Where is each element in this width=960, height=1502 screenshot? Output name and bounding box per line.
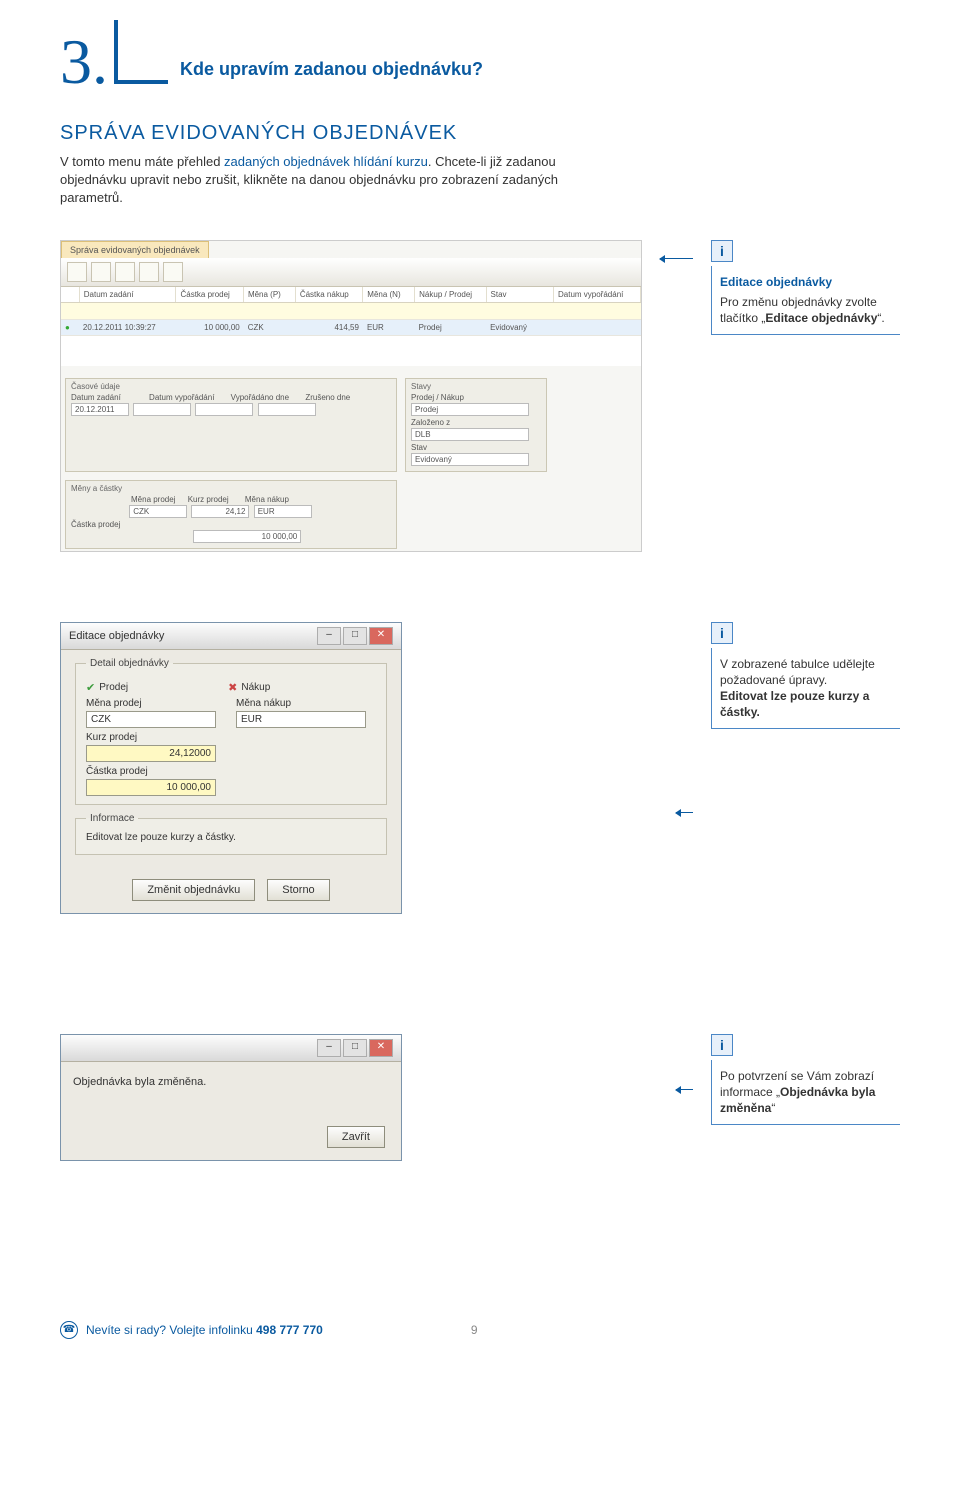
arrow-line [676,812,693,813]
arrow-line [660,258,693,259]
dialog-title: – □ ✕ [61,1035,401,1062]
minimize-icon[interactable]: – [317,627,341,645]
intro-text: V tomto menu máte přehled zadaných objed… [60,153,620,208]
close-icon[interactable]: ✕ [369,1039,393,1057]
grid-header: Datum zadání Částka prodej Měna (P) Část… [61,287,641,303]
date-input[interactable] [133,403,191,416]
info-fieldset: Informace Editovat lze pouze kurzy a čás… [75,813,387,855]
cross-icon: ✖ [228,681,237,694]
check-icon: ✔ [86,681,95,694]
info-text: Editovat lze pouze kurzy a částky. [86,832,376,846]
dialog-title: Editace objednávky – □ ✕ [61,623,401,650]
info-icon: i [711,1034,733,1056]
screenshot-edit-dialog: Editace objednávky – □ ✕ Detail objednáv… [60,622,402,914]
radio-prodej[interactable]: ✔Prodej [86,681,128,694]
info-icon: i [711,240,733,262]
step-title: Kde upravím zadanou objednávku? [180,59,483,80]
minimize-icon[interactable]: – [317,1039,341,1057]
toolbar-icon[interactable] [91,262,111,282]
toolbar-icon[interactable] [115,262,135,282]
toolbar [61,258,641,287]
amount-input[interactable]: 10 000,00 [86,779,216,796]
currency-sell-input[interactable]: CZK [86,711,216,728]
detail-fieldset: Detail objednávky ✔Prodej ✖Nákup Měna pr… [75,658,387,805]
currency-buy-input[interactable]: EUR [236,711,366,728]
toolbar-icon[interactable] [67,262,87,282]
decoration-bracket [114,20,168,84]
info-box: V zobrazené tabulce udělejte požadované … [711,648,900,730]
date-input[interactable] [258,403,316,416]
phone-icon: ☎ [60,1321,78,1339]
window-tab: Správa evidovaných objednávek [61,241,209,258]
date-input[interactable] [195,403,253,416]
screenshot-management: Správa evidovaných objednávek Datum zadá… [60,240,642,552]
info-box: Editace objednávky Pro změnu objednávky … [711,266,900,336]
toolbar-icon[interactable] [163,262,183,282]
subheading: SPRÁVA EVIDOVANÝCH OBJEDNÁVEK [60,122,900,145]
arrow-line [676,1089,693,1090]
radio-nakup[interactable]: ✖Nákup [228,681,270,694]
table-row[interactable]: ● 20.12.2011 10:39:27 10 000,00 CZK 414,… [61,320,641,336]
info-icon: i [711,622,733,644]
maximize-icon[interactable]: □ [343,1039,367,1057]
toolbar-icon[interactable] [139,262,159,282]
rate-input[interactable]: 24,12000 [86,745,216,762]
confirm-message: Objednávka byla změněna. [61,1062,401,1118]
page-number: 9 [471,1323,478,1337]
filter-row[interactable] [61,303,641,320]
date-input[interactable]: 20.12.2011 [71,403,129,416]
screenshot-confirm-dialog: – □ ✕ Objednávka byla změněna. Zavřít [60,1034,402,1161]
step-number: 3. [60,30,108,94]
intro-link[interactable]: zadaných objednávek hlídání kurzu [224,154,428,169]
submit-change-button[interactable]: Změnit objednávku [132,879,255,901]
footer: ☎ Nevíte si rady? Volejte infolinku 498 … [60,1321,900,1339]
cancel-button[interactable]: Storno [267,879,329,901]
close-button[interactable]: Zavřít [327,1126,385,1148]
maximize-icon[interactable]: □ [343,627,367,645]
close-icon[interactable]: ✕ [369,627,393,645]
info-box: Po potvrzení se Vám zobrazí informace „O… [711,1060,900,1126]
